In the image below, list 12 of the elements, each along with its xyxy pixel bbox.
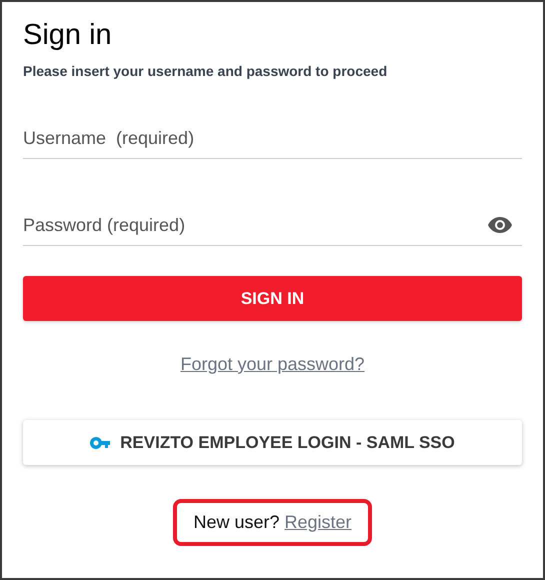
sign-in-button[interactable]: SIGN IN [23, 276, 522, 321]
forgot-password-link[interactable]: Forgot your password? [180, 354, 365, 375]
new-user-text: New user? [193, 512, 280, 533]
eye-icon [488, 217, 512, 233]
show-password-button[interactable] [488, 217, 512, 233]
page-title: Sign in [23, 18, 113, 53]
password-field[interactable]: Password (required) [23, 214, 488, 236]
key-icon [90, 436, 112, 448]
sso-login-button[interactable]: REVIZTO EMPLOYEE LOGIN - SAML SSO [23, 420, 522, 465]
instruction-text: Please insert your username and password to proceed [23, 62, 388, 80]
register-link[interactable]: Register [284, 512, 352, 533]
username-field[interactable]: Username (required) [23, 128, 522, 148]
